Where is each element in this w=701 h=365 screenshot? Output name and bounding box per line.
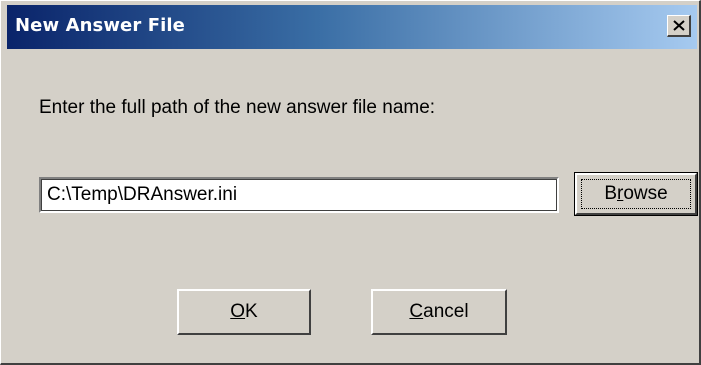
cancel-label: Cancel xyxy=(409,301,468,323)
window-title: New Answer File xyxy=(15,15,185,36)
cancel-accelerator: C xyxy=(409,301,424,322)
cancel-label-post: ancel xyxy=(423,301,469,322)
close-icon xyxy=(672,20,685,31)
focus-rectangle xyxy=(581,179,691,209)
new-answer-file-dialog: New Answer File Enter the full path of t… xyxy=(0,0,701,365)
ok-accelerator: O xyxy=(230,301,246,322)
ok-label-post: K xyxy=(245,301,258,322)
ok-button[interactable]: OK xyxy=(177,289,311,335)
title-bar: New Answer File xyxy=(7,5,697,49)
cancel-button[interactable]: Cancel xyxy=(371,289,507,335)
close-button[interactable] xyxy=(667,15,691,37)
instruction-label: Enter the full path of the new answer fi… xyxy=(39,97,436,118)
answer-file-path-input[interactable]: C:\Temp\DRAnswer.ini xyxy=(39,177,559,213)
ok-label: OK xyxy=(230,301,257,323)
browse-button[interactable]: Browse xyxy=(574,172,698,216)
